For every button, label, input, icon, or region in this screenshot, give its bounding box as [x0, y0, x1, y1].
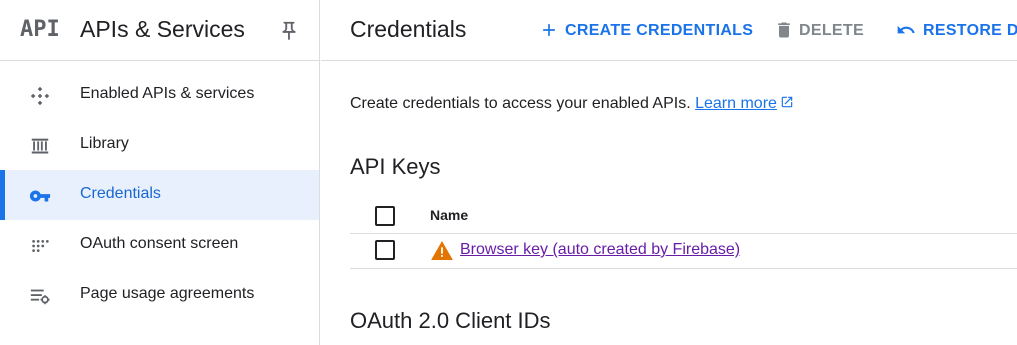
warning-icon — [431, 241, 453, 260]
external-link-icon — [780, 95, 794, 109]
api-keys-title: API Keys — [350, 154, 441, 179]
sidebar-item-label: OAuth consent screen — [80, 235, 239, 252]
page-usage-icon — [29, 285, 51, 307]
row-checkbox[interactable] — [375, 240, 395, 260]
enabled-apis-icon — [29, 85, 51, 107]
column-header-name[interactable]: Name — [430, 207, 468, 223]
sidebar-header: API APIs & Services — [0, 0, 320, 61]
oauth-consent-icon — [29, 235, 51, 257]
top-bar: Credentials CREATE CREDENTIALS DELETE RE… — [321, 0, 1017, 61]
sidebar-item-label: Page usage agreements — [80, 285, 255, 302]
api-key-link[interactable]: Browser key (auto created by Firebase) — [460, 241, 740, 259]
undo-icon — [896, 20, 916, 40]
sidebar-item-library[interactable]: Library — [0, 120, 319, 170]
restore-deleted-label: RESTORE DE — [923, 22, 1017, 39]
trash-icon — [774, 20, 794, 40]
restore-deleted-button[interactable]: RESTORE DE — [896, 0, 1017, 61]
delete-button[interactable]: DELETE — [774, 0, 864, 61]
library-icon — [29, 135, 51, 157]
product-title: APIs & Services — [80, 16, 245, 42]
sidebar-item-oauth-consent[interactable]: OAuth consent screen — [0, 220, 319, 270]
sidebar-item-label: Library — [80, 135, 129, 152]
sidebar-item-page-usage[interactable]: Page usage agreements — [0, 270, 319, 320]
sidebar-item-credentials[interactable]: Credentials — [0, 170, 319, 220]
table-row: Browser key (auto created by Firebase) — [350, 234, 1017, 269]
page-title: Credentials — [350, 16, 467, 42]
intro-description: Create credentials to access your enable… — [350, 95, 691, 112]
learn-more-label: Learn more — [695, 95, 777, 112]
key-icon — [29, 185, 51, 207]
create-credentials-button[interactable]: CREATE CREDENTIALS — [539, 0, 753, 61]
delete-label: DELETE — [799, 22, 864, 39]
sidebar: API APIs & Services Enabled APIs & servi… — [0, 0, 320, 345]
create-credentials-label: CREATE CREDENTIALS — [565, 22, 754, 39]
pin-icon[interactable] — [278, 20, 300, 42]
sidebar-item-label: Enabled APIs & services — [80, 85, 255, 102]
sidebar-item-label: Credentials — [80, 185, 161, 202]
table-header: Name — [350, 197, 1017, 234]
learn-more-link[interactable]: Learn more — [695, 95, 794, 112]
intro-text: Create credentials to access your enable… — [350, 95, 794, 113]
select-all-checkbox[interactable] — [375, 206, 395, 226]
add-icon — [539, 20, 559, 40]
sidebar-item-enabled-apis[interactable]: Enabled APIs & services — [0, 70, 319, 120]
oauth-client-ids-title: OAuth 2.0 Client IDs — [350, 308, 551, 333]
api-logo: API — [20, 17, 60, 42]
